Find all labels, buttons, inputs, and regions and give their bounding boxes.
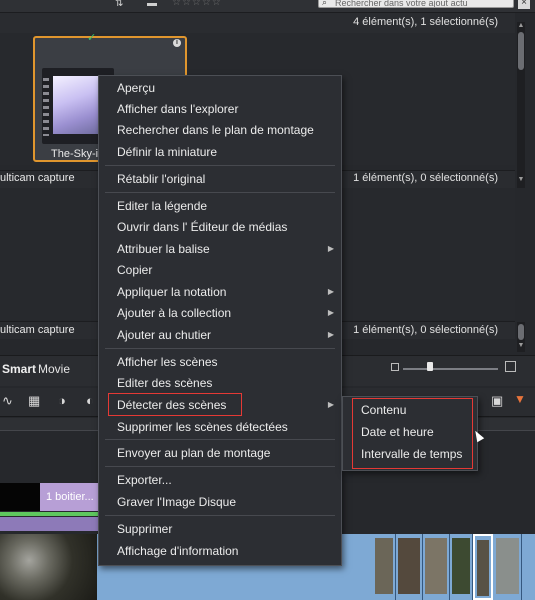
- search-icon: ⌕: [322, 0, 328, 7]
- detect-scenes-highlight: [108, 393, 242, 416]
- menu-item-label: Attribuer la balise: [117, 242, 210, 256]
- menu-item-restore-original[interactable]: Rétablir l'original: [117, 169, 205, 189]
- menu-item-delete-detected-scenes[interactable]: Supprimer les scènes détectées: [117, 417, 288, 437]
- menu-item-delete[interactable]: Supprimer: [117, 519, 172, 539]
- library-scrollbar-2[interactable]: ▼: [517, 172, 525, 188]
- zoom-slider[interactable]: [403, 368, 498, 370]
- tool-icon[interactable]: ◐: [86, 393, 94, 408]
- search-placeholder: Rechercher dans votre ajout actu: [335, 0, 468, 8]
- menu-item-show-scenes[interactable]: Afficher les scènes: [117, 352, 218, 372]
- rating-filter[interactable]: ☆☆☆☆☆: [172, 0, 222, 8]
- search-input[interactable]: ⌕ Rechercher dans votre ajout actu: [318, 0, 514, 8]
- zoom-slider-handle[interactable]: [427, 362, 433, 371]
- menu-separator: [105, 466, 335, 467]
- menu-separator: [105, 348, 335, 349]
- title-clip-lane[interactable]: [0, 517, 100, 531]
- checkmark-icon: ✓: [87, 32, 97, 44]
- smartmovie-brand-suffix[interactable]: Movie: [38, 362, 70, 376]
- submenu-item-content[interactable]: Contenu: [361, 400, 406, 420]
- menu-separator: [105, 165, 335, 166]
- menu-item-add-to-collection[interactable]: Ajouter à la collection: [117, 303, 231, 323]
- menu-separator: [105, 515, 335, 516]
- video-frame: [53, 76, 103, 134]
- info-icon[interactable]: i: [173, 39, 181, 47]
- video-clip[interactable]: [423, 534, 450, 600]
- submenu-arrow-icon: ▶: [327, 287, 334, 296]
- grid-icon[interactable]: ▦: [28, 393, 40, 409]
- audio-waveform-icon[interactable]: ∿: [2, 393, 13, 409]
- submenu-item-time-interval[interactable]: Intervalle de temps: [361, 444, 462, 464]
- menu-item-export[interactable]: Exporter...: [117, 470, 172, 490]
- zoom-in-icon[interactable]: [505, 361, 516, 372]
- submenu-arrow-icon: ▶: [327, 244, 334, 253]
- section-count: 1 élément(s), 0 sélectionné(s): [353, 324, 498, 336]
- video-clip-selected[interactable]: [473, 534, 493, 600]
- menu-item-open-media-editor[interactable]: Ouvrir dans l' Éditeur de médias: [117, 217, 287, 237]
- submenu-arrow-icon: ▶: [327, 330, 334, 339]
- library-scrollbar-1[interactable]: ▲: [517, 22, 525, 172]
- menu-item-edit-caption[interactable]: Editer la légende: [117, 196, 207, 216]
- menu-item-assign-tag[interactable]: Attribuer la balise: [117, 239, 337, 259]
- scroll-down-icon[interactable]: ▼: [517, 176, 525, 183]
- color-wheel-icon[interactable]: ◑: [58, 393, 66, 408]
- menu-item-apercu[interactable]: Aperçu: [117, 78, 155, 98]
- zoom-out-icon[interactable]: [391, 363, 399, 371]
- menu-item-add-to-bin[interactable]: Ajouter au chutier: [117, 325, 211, 345]
- scroll-down-icon[interactable]: ▼: [517, 342, 525, 349]
- menu-item-send-to-timeline[interactable]: Envoyer au plan de montage: [117, 443, 270, 463]
- menu-separator: [105, 439, 335, 440]
- video-clip[interactable]: [0, 534, 97, 600]
- film-perforation: [43, 74, 49, 136]
- video-clip[interactable]: [494, 534, 522, 600]
- section-count: 1 élément(s), 0 sélectionné(s): [353, 172, 498, 184]
- thumbnail-caption: The-Sky-i: [51, 148, 99, 160]
- section-title: ulticam capture: [0, 172, 75, 184]
- scroll-up-icon[interactable]: ▲: [517, 22, 525, 29]
- library-header-1: 4 élément(s), 1 sélectionné(s): [0, 13, 515, 33]
- item-count: 4 élément(s), 1 sélectionné(s): [353, 16, 498, 28]
- audio-level-bar: [0, 512, 100, 516]
- menu-item-burn-disc-image[interactable]: Graver l'Image Disque: [117, 492, 236, 512]
- section-title: ulticam capture: [0, 324, 75, 336]
- snapshot-icon[interactable]: ▣: [491, 393, 503, 409]
- sort-icon[interactable]: ⇅: [115, 0, 123, 9]
- scroll-thumb[interactable]: [518, 32, 524, 70]
- marker-icon[interactable]: ▼: [514, 392, 526, 406]
- menu-item-show-info[interactable]: Affichage d'information: [117, 541, 238, 561]
- menu-item-search-timeline[interactable]: Rechercher dans le plan de montage: [117, 120, 314, 140]
- menu-separator: [105, 192, 335, 193]
- menu-item-set-thumbnail[interactable]: Définir la miniature: [117, 142, 217, 162]
- video-clip[interactable]: [396, 534, 423, 600]
- menu-item-show-in-explorer[interactable]: Afficher dans l'explorer: [117, 99, 238, 119]
- smartmovie-brand[interactable]: Smart: [2, 362, 36, 376]
- submenu-arrow-icon: ▶: [327, 400, 334, 409]
- title-clip[interactable]: 1 boitier...: [40, 483, 98, 511]
- context-menu: Aperçu Afficher dans l'explorer Recherch…: [98, 75, 342, 566]
- submenu-item-date-time[interactable]: Date et heure: [361, 422, 434, 442]
- menu-item-copy[interactable]: Copier: [117, 260, 152, 280]
- view-icon[interactable]: ▬: [147, 0, 157, 9]
- menu-item-apply-rating[interactable]: Appliquer la notation: [117, 282, 226, 302]
- close-button[interactable]: ×: [518, 0, 530, 9]
- scroll-thumb[interactable]: [518, 324, 524, 340]
- video-clip[interactable]: [450, 534, 473, 600]
- submenu-arrow-icon: ▶: [327, 308, 334, 317]
- library-scrollbar-3[interactable]: ▼: [517, 322, 525, 352]
- video-clip[interactable]: [373, 534, 396, 600]
- menu-item-edit-scenes[interactable]: Editer des scènes: [117, 373, 212, 393]
